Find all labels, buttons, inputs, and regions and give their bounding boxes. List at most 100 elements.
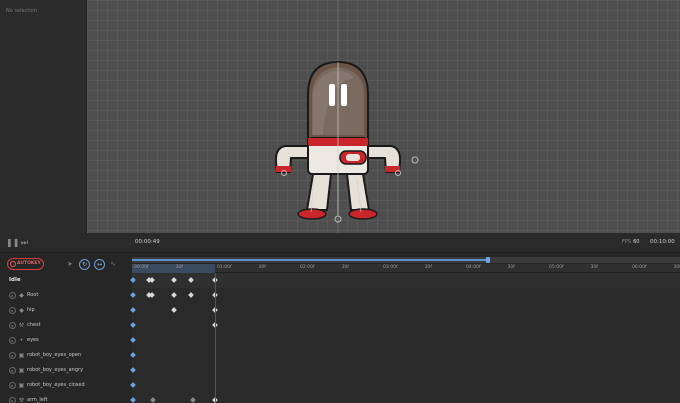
ruler-label: 03:00f (383, 265, 398, 270)
expand-icon[interactable]: ▸ (9, 382, 16, 389)
track-header[interactable]: ▸ ▣ robot_boy_eyes_angry (0, 363, 132, 378)
timeline-panel: ❚❚ ⏭ 00:00:49 FPS 60 00:10:00 AUTOKEY ➤ ↻… (0, 233, 680, 403)
track-row[interactable]: ▸ ◆ hip (0, 303, 680, 318)
keyframe[interactable] (149, 277, 155, 283)
track-list: Idle ▸ ◆ Root ▸ ◆ hip ▸ ⚒ chest ▸ • eyes ▸ ▣ robot_boy… (0, 273, 680, 403)
animation-name: Idle (9, 277, 21, 283)
timeline-controls: AUTOKEY ➤ ↻ ↔ ∿ (0, 253, 132, 275)
track-row[interactable]: ▸ ◆ Root (0, 288, 680, 303)
track-header[interactable]: ▸ ⚒ arm_left (0, 393, 132, 403)
scrubber-handle[interactable] (486, 257, 491, 263)
curve-icon[interactable]: ∿ (110, 260, 116, 268)
keyframe[interactable] (171, 292, 177, 298)
properties-panel: No selection (0, 0, 87, 233)
track-row[interactable]: ▸ ⚒ arm_left (0, 393, 680, 403)
playhead-line[interactable] (215, 273, 216, 403)
image-icon: ▣ (18, 367, 25, 374)
track-label: eyes (27, 337, 39, 343)
fps-value[interactable]: 60 (633, 239, 639, 245)
wrench-icon: ⚒ (18, 397, 25, 403)
keyframe[interactable] (188, 292, 194, 298)
bone-icon: ◆ (19, 307, 24, 314)
ruler-label: 30f (175, 265, 183, 270)
ruler-label: 04:00f (466, 265, 481, 270)
track-label: robot_boy_eyes_open (27, 352, 82, 358)
current-time: 00:00:49 (135, 239, 160, 245)
ruler-label: 30f (424, 265, 432, 270)
track-header[interactable]: ▸ • eyes (0, 333, 132, 348)
track-label: hip (27, 307, 35, 313)
loop-icon[interactable]: ↻ (79, 259, 90, 270)
track-header[interactable]: ▸ ▣ robot_boy_eyes_open (0, 348, 132, 363)
expand-icon[interactable]: ▸ (9, 307, 16, 314)
track-label: Root (27, 292, 39, 298)
track-label: chest (27, 322, 41, 328)
robot-character[interactable] (87, 0, 680, 233)
ruler-label: 30f (341, 265, 349, 270)
keyframe[interactable] (190, 397, 196, 403)
track-header[interactable]: ▸ ▣ robot_boy_eyes_closed (0, 378, 132, 393)
keyframe[interactable] (171, 307, 177, 313)
ruler-label: 30f (258, 265, 266, 270)
timeline-scrubber[interactable] (132, 257, 680, 263)
keyframe[interactable] (130, 322, 136, 328)
keyframe[interactable] (130, 382, 136, 388)
keyframe[interactable] (130, 367, 136, 373)
expand-icon[interactable]: ▸ (9, 352, 16, 359)
autokey-button[interactable]: AUTOKEY (7, 258, 44, 270)
track-header[interactable]: ▸ ⚒ chest (0, 318, 132, 333)
time-ruler[interactable]: 00:00f 30f 01:00f 30f 02:00f 30f 03:00f 30f 04:0… (132, 264, 680, 273)
ruler-label: 05:00f (549, 265, 564, 270)
ruler-label: 30f (590, 265, 598, 270)
cursor-icon[interactable]: ➤ (67, 260, 73, 268)
fps-display: FPS 60 (622, 239, 639, 245)
ruler-label: 02:00f (300, 265, 315, 270)
ruler-label: 30f (507, 265, 515, 270)
canvas-viewport[interactable] (87, 0, 680, 233)
ruler-label: 06:00f (632, 265, 647, 270)
keyframe[interactable] (130, 292, 136, 298)
track-row[interactable]: ▸ ⚒ chest (0, 318, 680, 333)
expand-icon[interactable]: ▸ (9, 397, 16, 403)
scrubber-fill (132, 259, 489, 261)
image-icon: ▣ (18, 382, 25, 389)
expand-icon[interactable]: ▸ (9, 337, 16, 344)
track-label: arm_left (27, 397, 48, 403)
ruler-label: 01:00f (217, 265, 232, 270)
track-label: robot_boy_eyes_angry (27, 367, 84, 373)
total-time[interactable]: 00:10:00 (650, 239, 675, 245)
track-label: robot_boy_eyes_closed (27, 382, 85, 388)
track-row[interactable]: ▸ • eyes (0, 333, 680, 348)
keyframe[interactable] (130, 307, 136, 313)
fit-icon[interactable]: ↔ (94, 259, 105, 270)
image-icon: ▣ (18, 352, 25, 359)
ruler-label: 00:00f (134, 265, 149, 270)
pause-icon[interactable]: ❚❚ (6, 238, 19, 247)
autokey-label: AUTOKEY (17, 261, 41, 266)
track-row[interactable]: ▸ ▣ robot_boy_eyes_closed (0, 378, 680, 393)
keyframe[interactable] (130, 397, 136, 403)
keyframe[interactable] (149, 292, 155, 298)
keyframe[interactable] (130, 337, 136, 343)
timeline-toolbar: ❚❚ ⏭ 00:00:49 FPS 60 00:10:00 (0, 233, 680, 253)
animation-row[interactable]: Idle (0, 273, 680, 288)
keyframe[interactable] (130, 277, 136, 283)
step-end-icon[interactable]: ⏭ (20, 238, 29, 247)
track-row[interactable]: ▸ ▣ robot_boy_eyes_open (0, 348, 680, 363)
track-header[interactable]: ▸ ◆ hip (0, 303, 132, 318)
keyframe[interactable] (130, 352, 136, 358)
record-icon (10, 260, 16, 267)
track-row[interactable]: ▸ ▣ robot_boy_eyes_angry (0, 363, 680, 378)
expand-icon[interactable]: ▸ (9, 367, 16, 374)
animation-editor: No selection ❚❚ ⏭ 00:00:49 FPS 60 00:10:… (0, 0, 680, 403)
bone-small-icon: • (19, 337, 24, 344)
selection-status: No selection (6, 8, 37, 14)
fps-label: FPS (622, 239, 632, 245)
keyframe[interactable] (188, 277, 194, 283)
expand-icon[interactable]: ▸ (9, 322, 16, 329)
expand-icon[interactable]: ▸ (9, 292, 16, 299)
track-header[interactable]: ▸ ◆ Root (0, 288, 132, 303)
bone-icon: ◆ (19, 292, 24, 299)
keyframe[interactable] (171, 277, 177, 283)
keyframe[interactable] (150, 397, 156, 403)
